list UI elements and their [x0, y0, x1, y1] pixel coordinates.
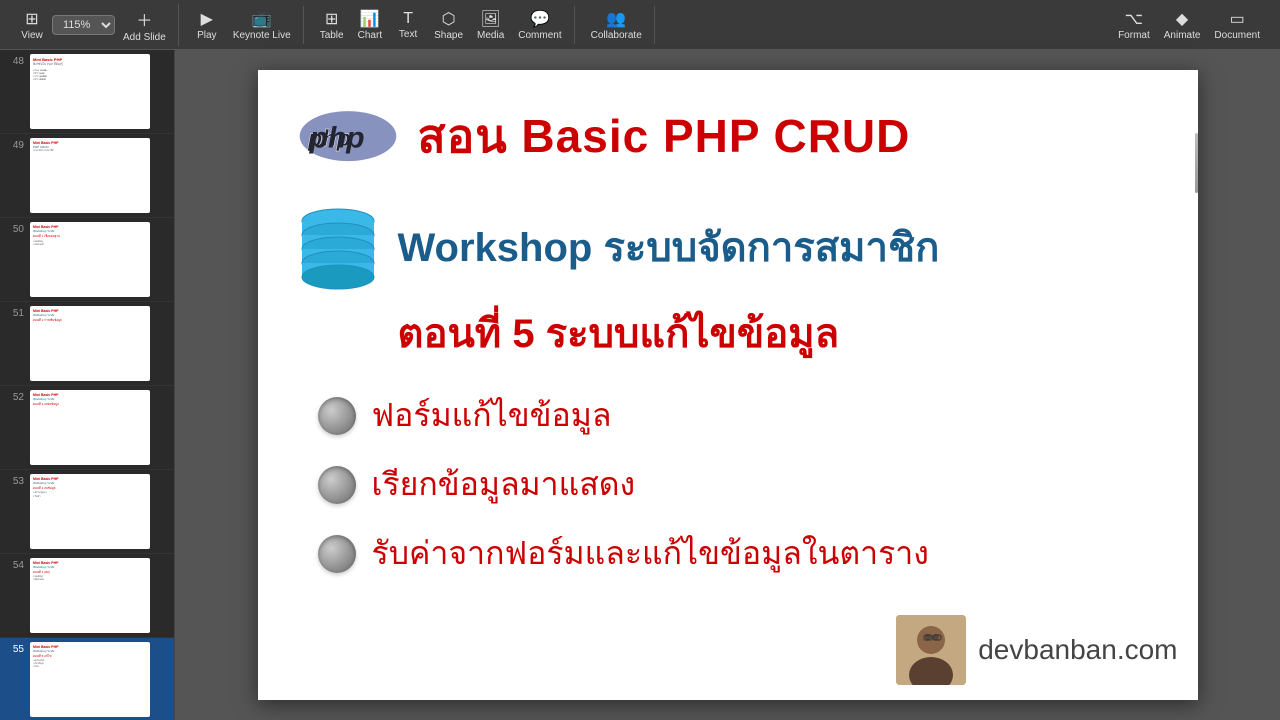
- slide-thumb-51[interactable]: 51 Mini Basic PHP Workshop ระบบ ตอนที่ 2…: [0, 302, 174, 386]
- slide-preview-53: Mini Basic PHP Workshop ระบบ ตอนที่ 4 ลบ…: [30, 474, 150, 549]
- avatar-image: [896, 615, 966, 685]
- comment-button[interactable]: 💬 Comment: [512, 6, 567, 44]
- slide-thumb-55[interactable]: 55 Mini Basic PHP Workshop ระบบ ตอนที่ 5…: [0, 638, 174, 720]
- view-options-group: ⌥ Format ◆ Animate ▭ Document: [1106, 6, 1272, 44]
- media-label: Media: [477, 30, 504, 41]
- play-label: Play: [197, 30, 216, 41]
- table-label: Table: [320, 30, 344, 41]
- animate-label: Animate: [1164, 30, 1201, 41]
- chart-button[interactable]: 📊 Chart: [352, 6, 388, 44]
- slide-thumb-52[interactable]: 52 Mini Basic PHP Workshop ระบบ ตอนที่ 3…: [0, 386, 174, 470]
- bullet-item-3: รับค่าจากฟอร์มและแก้ไขข้อมูลในตาราง: [318, 528, 1148, 579]
- add-slide-icon: ＋: [136, 7, 152, 31]
- bullet-icon-3: [318, 535, 356, 573]
- table-icon: ⊞: [325, 9, 338, 29]
- workshop-line2: ตอนที่ 5 ระบบแก้ไขข้อมูล: [298, 301, 1148, 365]
- slide-preview-51: Mini Basic PHP Workshop ระบบ ตอนที่ 2 กา…: [30, 306, 150, 381]
- text-label: Text: [399, 29, 417, 40]
- view-button[interactable]: ⊞ View: [14, 6, 50, 44]
- bullet-item-1: ฟอร์มแก้ไขข้อมูล: [318, 390, 1148, 441]
- slide-canvas: php php php สอน Basic PHP CRUD: [258, 70, 1198, 700]
- slide-preview-49: Mini Basic PHP PHP CRUD ระบบจัดการสมาชิก: [30, 138, 150, 213]
- keynote-live-label: Keynote Live: [233, 30, 291, 41]
- watermark-text: devbanban.com: [978, 634, 1177, 666]
- format-label: Format: [1118, 30, 1150, 41]
- slide-thumb-53[interactable]: 53 Mini Basic PHP Workshop ระบบ ตอนที่ 4…: [0, 470, 174, 554]
- text-button[interactable]: T Text: [390, 7, 426, 43]
- slide-preview-50: Mini Basic PHP Workshop ระบบ ตอนที่ 1 เช…: [30, 222, 150, 297]
- bullet-text-3: รับค่าจากฟอร์มและแก้ไขข้อมูลในตาราง: [372, 528, 929, 579]
- view-icon: ⊞: [25, 9, 38, 29]
- play-icon: ▶: [201, 9, 213, 29]
- insert-group: ⊞ Table 📊 Chart T Text ⬡ Shape 🖼 Media 💬…: [308, 6, 575, 44]
- bullet-text-1: ฟอร์มแก้ไขข้อมูล: [372, 390, 612, 441]
- animate-icon: ◆: [1176, 9, 1188, 29]
- main-layout: 48 Mini Basic PHP ฟังก์ชั่นใน PHP ที่ต้อ…: [0, 50, 1280, 720]
- workshop-section: Workshop ระบบจัดการสมาชิก: [298, 203, 1148, 293]
- slide-preview-55: Mini Basic PHP Workshop ระบบ ตอนที่ 5 แก…: [30, 642, 150, 717]
- slide-preview-54: Mini Basic PHP Workshop ระบบ ตอนที่ 4 (ต…: [30, 558, 150, 633]
- slide-preview-48: Mini Basic PHP ฟังก์ชั่นใน PHP ที่ต้องรู…: [30, 54, 150, 129]
- media-icon: 🖼: [480, 9, 500, 29]
- workshop-text-container: Workshop ระบบจัดการสมาชิก: [398, 224, 940, 272]
- view-group: ⊞ View 115% 100% 75% ＋ Add Slide: [8, 4, 179, 46]
- database-icon: [298, 203, 378, 293]
- bullet-icon-2: [318, 466, 356, 504]
- animate-button[interactable]: ◆ Animate: [1158, 6, 1207, 44]
- table-button[interactable]: ⊞ Table: [314, 6, 350, 44]
- format-button[interactable]: ⌥ Format: [1112, 6, 1156, 44]
- collaborate-icon: 👥: [606, 9, 626, 29]
- slide-canvas-area: php php php สอน Basic PHP CRUD: [175, 50, 1280, 720]
- slide-content: php php php สอน Basic PHP CRUD: [258, 70, 1198, 700]
- play-group: ▶ Play 📺 Keynote Live: [183, 6, 304, 44]
- slide-preview-52: Mini Basic PHP Workshop ระบบ ตอนที่ 3 แส…: [30, 390, 150, 465]
- php-logo: php php php: [298, 109, 398, 164]
- slide-header: php php php สอน Basic PHP CRUD: [298, 100, 1148, 173]
- slide-thumb-54[interactable]: 54 Mini Basic PHP Workshop ระบบ ตอนที่ 4…: [0, 554, 174, 638]
- slide-thumb-49[interactable]: 49 Mini Basic PHP PHP CRUD ระบบจัดการสมา…: [0, 134, 174, 218]
- bullet-text-2: เรียกข้อมูลมาแสดง: [372, 459, 636, 510]
- slide-thumb-50[interactable]: 50 Mini Basic PHP Workshop ระบบ ตอนที่ 1…: [0, 218, 174, 302]
- keynote-live-icon: 📺: [252, 9, 272, 29]
- shape-button[interactable]: ⬡ Shape: [428, 6, 469, 44]
- toolbar: ⊞ View 115% 100% 75% ＋ Add Slide ▶ Play …: [0, 0, 1280, 50]
- svg-text:php: php: [308, 122, 364, 155]
- collaborate-group: 👥 Collaborate: [579, 6, 655, 44]
- shape-label: Shape: [434, 30, 463, 41]
- document-icon: ▭: [1230, 9, 1245, 29]
- add-slide-label: Add Slide: [123, 32, 166, 43]
- zoom-select[interactable]: 115% 100% 75%: [52, 15, 115, 35]
- bullet-list: ฟอร์มแก้ไขข้อมูล เรียกข้อมูลมาแสดง รับค่…: [298, 390, 1148, 579]
- watermark: devbanban.com: [896, 615, 1177, 685]
- scroll-bar: [1195, 133, 1198, 193]
- document-button[interactable]: ▭ Document: [1208, 6, 1266, 44]
- slide-panel[interactable]: 48 Mini Basic PHP ฟังก์ชั่นใน PHP ที่ต้อ…: [0, 50, 175, 720]
- slide-main-title: สอน Basic PHP CRUD: [418, 100, 911, 173]
- keynote-live-button[interactable]: 📺 Keynote Live: [227, 6, 297, 44]
- play-button[interactable]: ▶ Play: [189, 6, 225, 44]
- format-icon: ⌥: [1125, 9, 1143, 29]
- collaborate-label: Collaborate: [591, 30, 642, 41]
- media-button[interactable]: 🖼 Media: [471, 6, 510, 44]
- comment-icon: 💬: [530, 9, 550, 29]
- bullet-item-2: เรียกข้อมูลมาแสดง: [318, 459, 1148, 510]
- view-label: View: [21, 30, 43, 41]
- chart-label: Chart: [358, 30, 382, 41]
- shape-icon: ⬡: [442, 9, 456, 29]
- add-slide-button[interactable]: ＋ Add Slide: [117, 4, 172, 46]
- workshop-line1: Workshop ระบบจัดการสมาชิก: [398, 224, 940, 272]
- slide-thumb-48[interactable]: 48 Mini Basic PHP ฟังก์ชั่นใน PHP ที่ต้อ…: [0, 50, 174, 134]
- document-label: Document: [1214, 30, 1260, 41]
- chart-icon: 📊: [360, 9, 380, 29]
- text-icon: T: [403, 10, 413, 28]
- comment-label: Comment: [518, 30, 561, 41]
- bullet-icon-1: [318, 397, 356, 435]
- collaborate-button[interactable]: 👥 Collaborate: [585, 6, 648, 44]
